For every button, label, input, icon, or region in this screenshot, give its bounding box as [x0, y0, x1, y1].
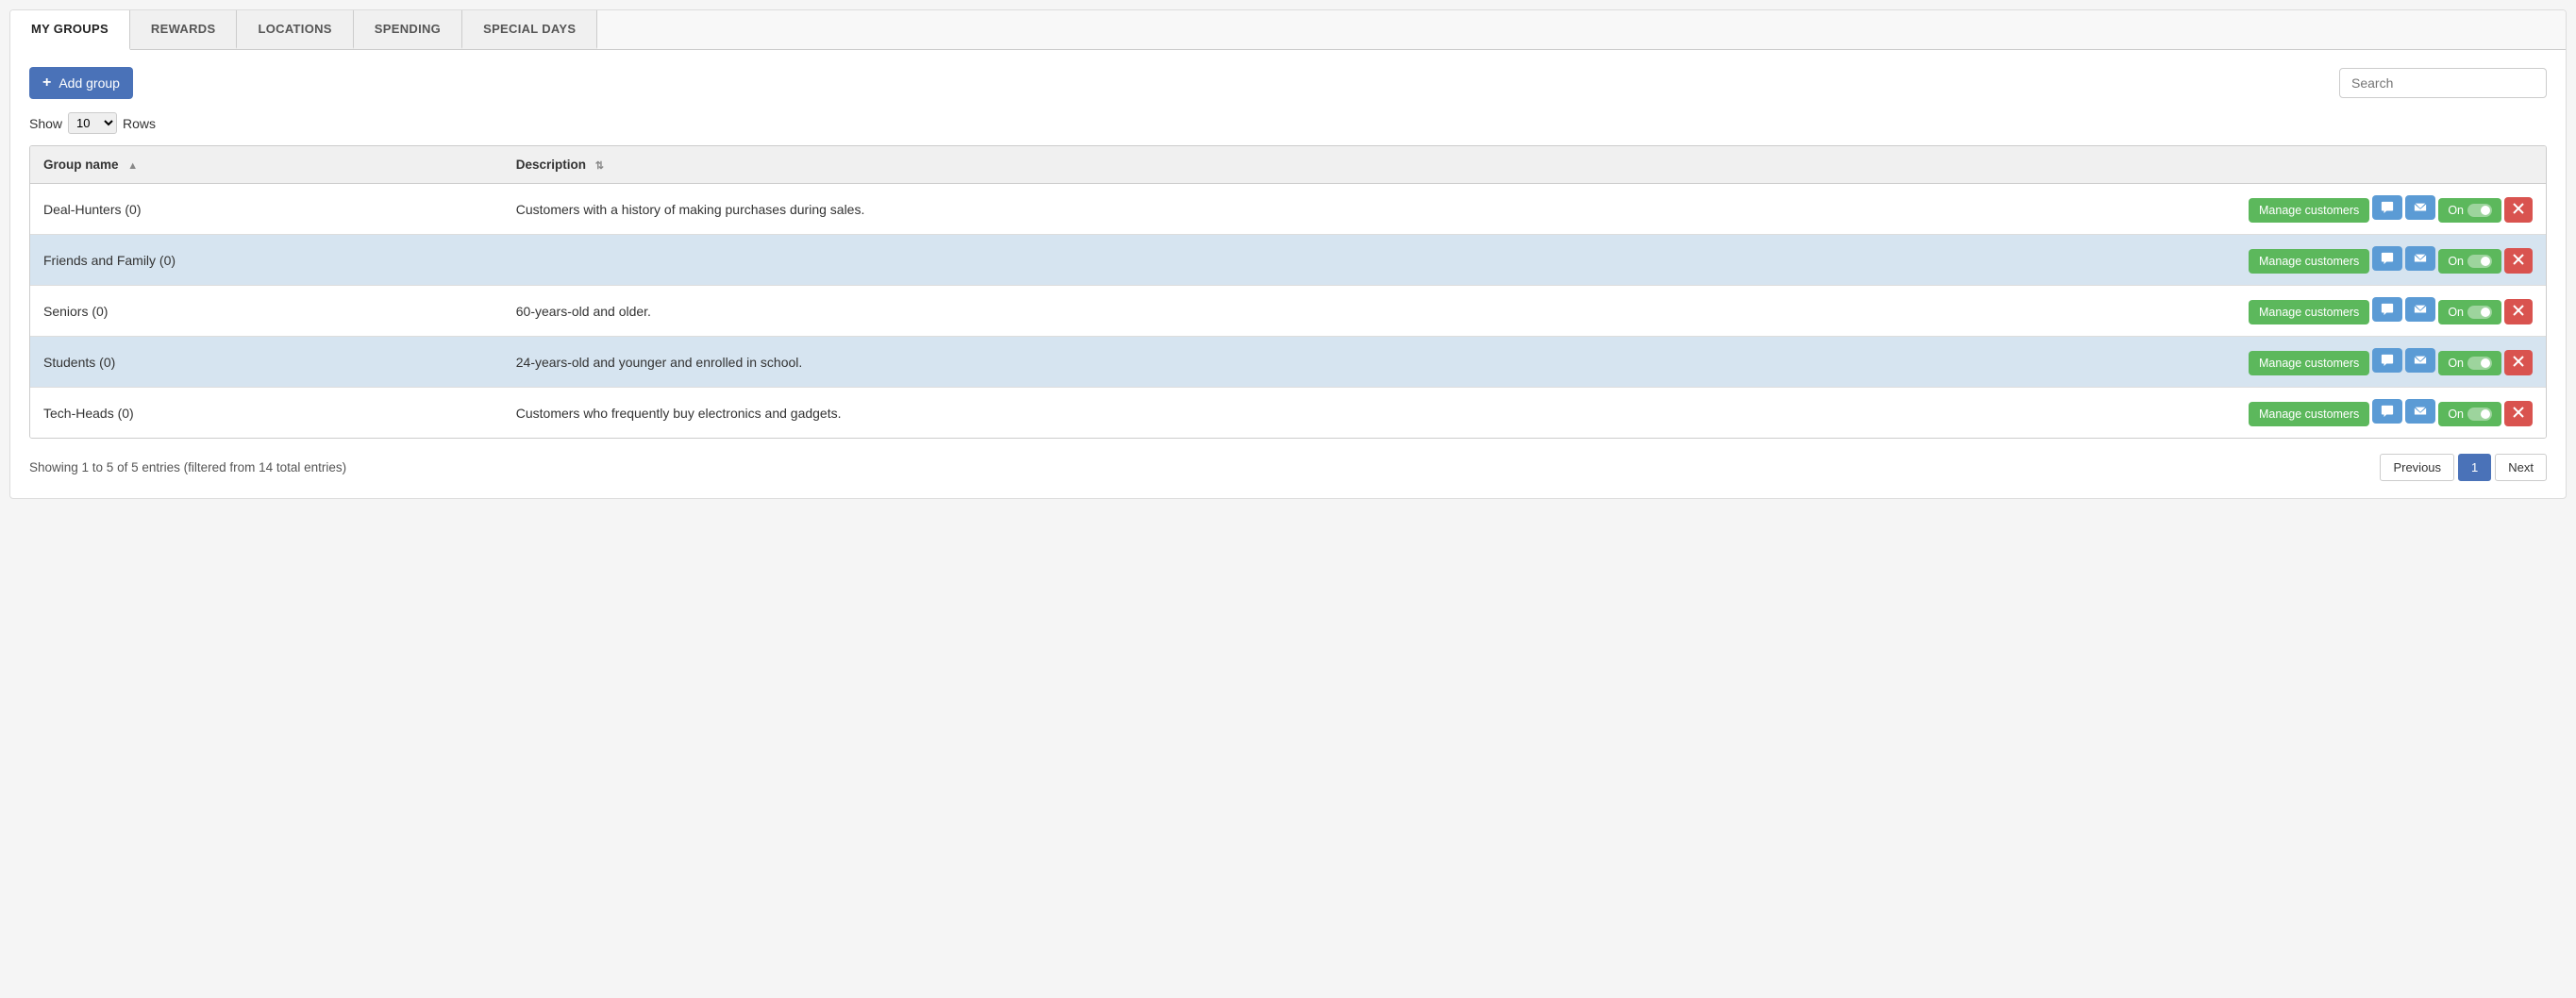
add-group-label: Add group — [59, 75, 120, 91]
delete-button[interactable] — [2504, 350, 2533, 375]
groups-table-wrapper: Group name ▲ Description ⇅ Deal-Hunters … — [29, 145, 2547, 439]
chat-button[interactable] — [2372, 297, 2402, 322]
tab-spending[interactable]: SPENDING — [354, 10, 462, 49]
chat-button[interactable] — [2372, 399, 2402, 424]
toggle-label: On — [2448, 306, 2464, 319]
sort-icon-group-name: ▲ — [127, 160, 138, 172]
sort-icon-description: ⇅ — [595, 160, 604, 172]
toggle-switch-icon — [2467, 357, 2492, 370]
chat-button[interactable] — [2372, 195, 2402, 220]
table-row: Deal-Hunters (0)Customers with a history… — [30, 184, 2546, 235]
chat-button[interactable] — [2372, 246, 2402, 271]
cell-actions: Manage customers On — [1621, 337, 2546, 388]
groups-table: Group name ▲ Description ⇅ Deal-Hunters … — [30, 146, 2546, 438]
cell-group-name: Students (0) — [30, 337, 503, 388]
next-page-button[interactable]: Next — [2495, 454, 2547, 481]
toggle-button[interactable]: On — [2438, 402, 2501, 426]
email-button[interactable] — [2405, 399, 2435, 424]
delete-button[interactable] — [2504, 197, 2533, 223]
table-row: Seniors (0)60-years-old and older.Manage… — [30, 286, 2546, 337]
tab-rewards[interactable]: REWARDS — [130, 10, 238, 49]
delete-button[interactable] — [2504, 299, 2533, 324]
showing-text: Showing 1 to 5 of 5 entries (filtered fr… — [29, 460, 346, 474]
table-row: Tech-Heads (0)Customers who frequently b… — [30, 388, 2546, 439]
cell-actions: Manage customers On — [1621, 286, 2546, 337]
email-button[interactable] — [2405, 297, 2435, 322]
cell-actions: Manage customers On — [1621, 184, 2546, 235]
toggle-label: On — [2448, 357, 2464, 370]
cell-description: Customers with a history of making purch… — [503, 184, 1621, 235]
cell-group-name: Seniors (0) — [30, 286, 503, 337]
prev-page-button[interactable]: Previous — [2380, 454, 2454, 481]
toggle-button[interactable]: On — [2438, 198, 2501, 223]
cell-group-name: Tech-Heads (0) — [30, 388, 503, 439]
manage-customers-button[interactable]: Manage customers — [2249, 351, 2369, 375]
toggle-switch-icon — [2467, 306, 2492, 319]
col-group-name-label: Group name — [43, 158, 119, 172]
chat-button[interactable] — [2372, 348, 2402, 373]
cell-group-name: Deal-Hunters (0) — [30, 184, 503, 235]
delete-button[interactable] — [2504, 248, 2533, 274]
cell-description — [503, 235, 1621, 286]
col-description-label: Description — [516, 158, 586, 172]
manage-customers-button[interactable]: Manage customers — [2249, 300, 2369, 324]
pagination: Previous 1 Next — [2380, 454, 2547, 481]
show-rows-control: Show 10 25 50 100 Rows — [29, 112, 2547, 134]
email-button[interactable] — [2405, 246, 2435, 271]
table-row: Students (0)24-years-old and younger and… — [30, 337, 2546, 388]
table-footer: Showing 1 to 5 of 5 entries (filtered fr… — [29, 454, 2547, 481]
cell-description: Customers who frequently buy electronics… — [503, 388, 1621, 439]
cell-description: 60-years-old and older. — [503, 286, 1621, 337]
tab-locations[interactable]: LOCATIONS — [237, 10, 353, 49]
toggle-label: On — [2448, 204, 2464, 217]
tabs-bar: MY GROUPS REWARDS LOCATIONS SPENDING SPE… — [10, 10, 2566, 50]
manage-customers-button[interactable]: Manage customers — [2249, 249, 2369, 274]
search-input[interactable] — [2339, 68, 2547, 98]
page-wrapper: MY GROUPS REWARDS LOCATIONS SPENDING SPE… — [9, 9, 2567, 499]
toggle-label: On — [2448, 255, 2464, 268]
rows-per-page-select[interactable]: 10 25 50 100 — [68, 112, 117, 134]
page-1-button[interactable]: 1 — [2458, 454, 2491, 481]
toggle-button[interactable]: On — [2438, 351, 2501, 375]
plus-icon: + — [42, 75, 51, 91]
manage-customers-button[interactable]: Manage customers — [2249, 198, 2369, 223]
toggle-label: On — [2448, 408, 2464, 421]
rows-label: Rows — [123, 116, 156, 131]
toggle-button[interactable]: On — [2438, 249, 2501, 274]
toolbar: + Add group — [29, 67, 2547, 99]
email-button[interactable] — [2405, 348, 2435, 373]
col-group-name[interactable]: Group name ▲ — [30, 146, 503, 184]
table-row: Friends and Family (0) Manage customers On — [30, 235, 2546, 286]
toggle-switch-icon — [2467, 408, 2492, 421]
add-group-button[interactable]: + Add group — [29, 67, 133, 99]
cell-actions: Manage customers On — [1621, 235, 2546, 286]
tab-special-days[interactable]: SPECIAL DAYS — [462, 10, 597, 49]
cell-group-name: Friends and Family (0) — [30, 235, 503, 286]
cell-actions: Manage customers On — [1621, 388, 2546, 439]
toggle-switch-icon — [2467, 204, 2492, 217]
col-actions — [1621, 146, 2546, 184]
show-label: Show — [29, 116, 62, 131]
email-button[interactable] — [2405, 195, 2435, 220]
tab-my-groups[interactable]: MY GROUPS — [10, 10, 130, 50]
cell-description: 24-years-old and younger and enrolled in… — [503, 337, 1621, 388]
col-description[interactable]: Description ⇅ — [503, 146, 1621, 184]
toggle-switch-icon — [2467, 255, 2492, 268]
manage-customers-button[interactable]: Manage customers — [2249, 402, 2369, 426]
table-header-row: Group name ▲ Description ⇅ — [30, 146, 2546, 184]
toggle-button[interactable]: On — [2438, 300, 2501, 324]
main-content: + Add group Show 10 25 50 100 Rows — [10, 50, 2566, 498]
delete-button[interactable] — [2504, 401, 2533, 426]
